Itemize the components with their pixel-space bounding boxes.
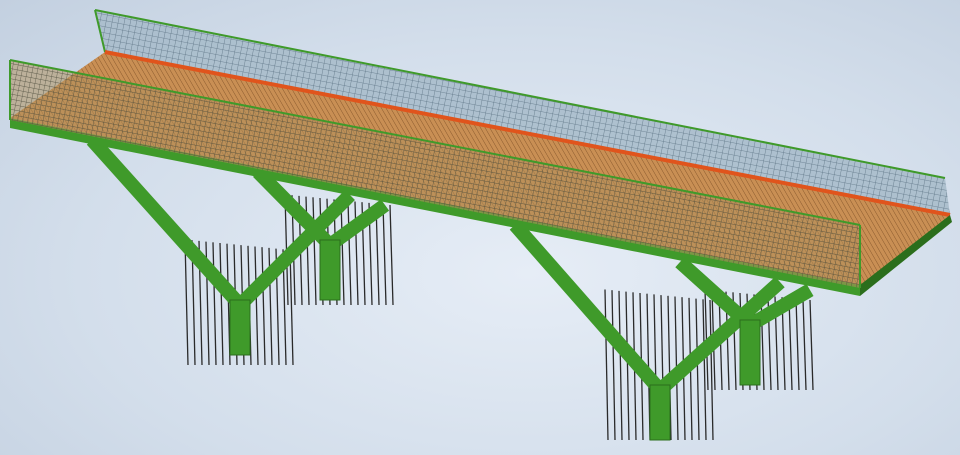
pier-column [649,384,671,441]
rebar [261,247,266,366]
rebar [788,297,793,391]
rebar [625,291,630,441]
rebar [382,204,387,306]
rebar [795,298,800,391]
bridge-model [9,9,952,441]
rebar [219,242,224,366]
rebar [184,239,189,366]
pier-column [229,299,251,356]
rebar [695,298,700,441]
rebar [611,290,616,441]
rebar [289,249,294,366]
rebar [347,200,352,306]
rebar [604,289,609,441]
rebar [212,242,217,366]
rebar [312,197,317,306]
pier-column [739,319,761,386]
rebar [340,200,345,306]
rebar [809,299,814,391]
rebar [389,204,394,306]
pier-column [319,239,341,301]
rebar [802,299,807,391]
rebar [618,290,623,441]
cad-viewport[interactable] [0,0,960,455]
rebar [254,246,259,366]
